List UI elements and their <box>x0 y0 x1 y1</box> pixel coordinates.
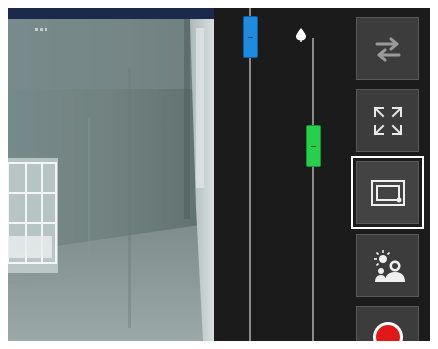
swap-arrows-icon <box>375 37 400 61</box>
swap-button[interactable] <box>356 17 419 80</box>
pip-frame-icon <box>370 179 405 206</box>
scene-detect-button[interactable] <box>356 234 419 297</box>
scene-people-icon <box>373 249 405 282</box>
slider-panel <box>214 8 347 341</box>
feed-indicator-dots <box>35 28 47 31</box>
fullscreen-button[interactable] <box>356 89 419 152</box>
record-button[interactable] <box>356 306 419 341</box>
camera-feed[interactable] <box>8 8 214 341</box>
picture-in-picture-button[interactable] <box>351 156 424 229</box>
right-toolbar <box>347 8 430 341</box>
fullscreen-icon <box>373 106 402 135</box>
feed-top-bar <box>8 8 214 31</box>
record-icon <box>372 322 403 341</box>
camera-feed-image <box>8 8 214 341</box>
camera-control-window <box>8 8 430 341</box>
drop-icon <box>296 28 306 42</box>
right-slider-handle[interactable] <box>306 125 321 167</box>
left-slider-handle[interactable] <box>243 16 258 58</box>
right-slider-track[interactable] <box>312 38 314 341</box>
